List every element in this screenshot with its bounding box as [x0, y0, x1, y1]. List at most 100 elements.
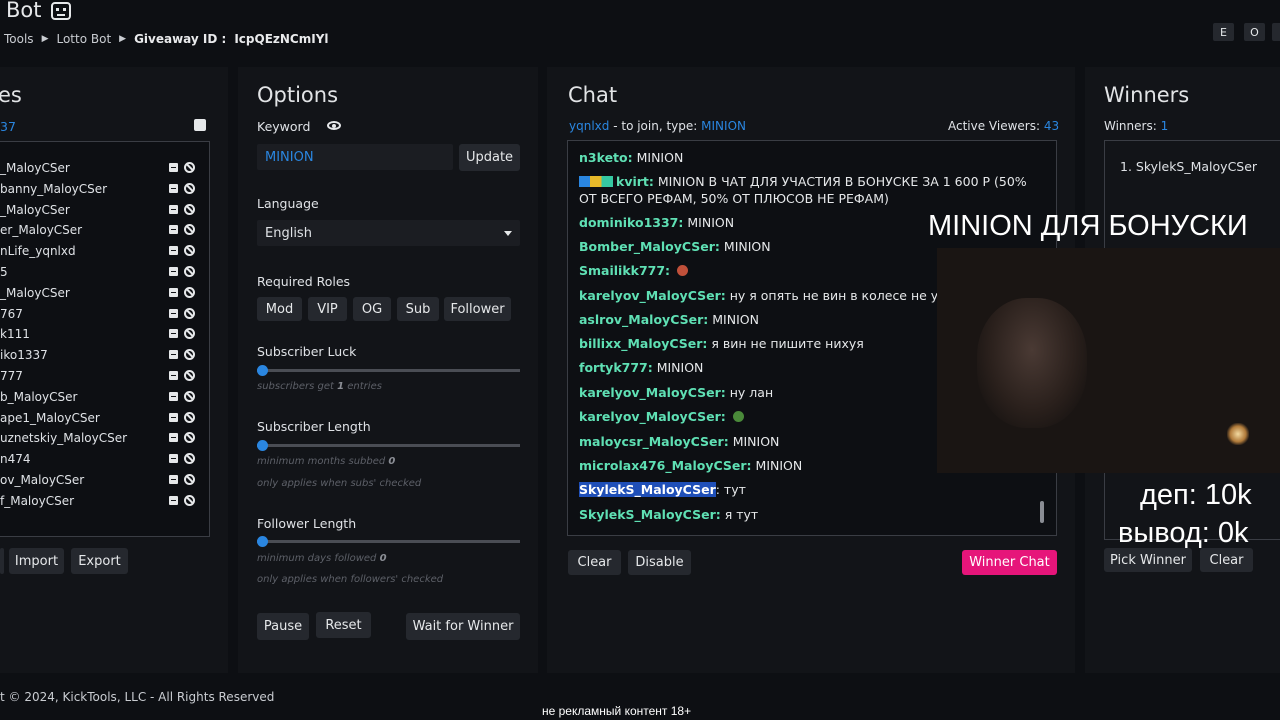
ban-icon[interactable]	[184, 411, 195, 423]
breadcrumb-giveaway-label: Giveaway ID :	[134, 32, 227, 46]
remove-entry-icon[interactable]	[169, 204, 178, 214]
slider-thumb[interactable]	[257, 365, 268, 376]
ban-icon[interactable]	[184, 432, 195, 444]
chat-username[interactable]: n3keto:	[579, 150, 633, 165]
chat-username[interactable]: SkylekS_MaloyCSer	[579, 482, 716, 497]
chat-username[interactable]: maloycsr_MaloyCSer:	[579, 434, 729, 449]
robot-icon	[51, 2, 71, 20]
chat-username[interactable]: fortyk777:	[579, 360, 653, 375]
subscriber-luck-hint: subscribers get 1 entries	[257, 381, 382, 392]
chat-username[interactable]: Smailikk777:	[579, 263, 670, 278]
role-follower-button[interactable]: Follower	[444, 297, 511, 321]
entries-extra-button[interactable]	[0, 548, 4, 574]
ban-icon[interactable]	[184, 453, 195, 465]
ban-icon[interactable]	[184, 203, 195, 215]
remove-entry-icon[interactable]	[169, 308, 178, 318]
breadcrumb-lotto-bot[interactable]: Lotto Bot	[56, 32, 111, 46]
update-button[interactable]: Update	[459, 144, 520, 171]
wait-for-winner-button[interactable]: Wait for Winner	[406, 613, 520, 640]
ban-icon[interactable]	[184, 370, 195, 381]
ban-icon[interactable]	[184, 349, 195, 361]
top-button-o[interactable]: O	[1244, 23, 1265, 41]
top-button-extra[interactable]	[1272, 23, 1280, 41]
language-select[interactable]: English	[257, 220, 520, 246]
remove-entry-icon[interactable]	[169, 329, 178, 339]
chat-username[interactable]: microlax476_MaloyCSer:	[579, 458, 752, 473]
entry-name: ape1_MaloyCSer	[0, 410, 100, 425]
ban-icon[interactable]	[184, 474, 195, 485]
import-button[interactable]: Import	[9, 548, 64, 574]
role-sub-button[interactable]: Sub	[397, 297, 439, 321]
entry-row: 767	[0, 304, 209, 324]
winner-chat-button[interactable]: Winner Chat	[962, 550, 1057, 575]
remove-entry-icon[interactable]	[169, 371, 178, 380]
active-viewers-count: 43	[1043, 119, 1060, 133]
ban-icon[interactable]	[184, 245, 195, 257]
slider-thumb[interactable]	[257, 536, 268, 547]
keyword-input[interactable]: MINION	[257, 144, 453, 170]
slider-thumb[interactable]	[257, 440, 268, 451]
ban-icon[interactable]	[184, 266, 195, 277]
candle-light	[1227, 423, 1249, 445]
chat-scrollbar[interactable]	[1040, 501, 1044, 523]
remove-entry-icon[interactable]	[169, 433, 178, 443]
ban-icon[interactable]	[184, 390, 195, 402]
chat-username[interactable]: aslrov_MaloyCSer:	[579, 312, 708, 327]
remove-entry-icon[interactable]	[169, 391, 178, 401]
ban-icon[interactable]	[184, 328, 195, 340]
entry-row: _MaloyCSer	[0, 283, 209, 303]
chat-username[interactable]: karelyov_MaloyCSer:	[579, 409, 726, 424]
chat-join-text: - to join, type:	[613, 119, 698, 133]
role-og-button[interactable]: OG	[353, 297, 391, 321]
reset-button[interactable]: Reset	[316, 612, 371, 638]
remove-entry-icon[interactable]	[169, 287, 178, 297]
chat-message: Bomber_MaloyCSer: MINION	[579, 239, 939, 254]
eye-icon[interactable]	[327, 121, 341, 130]
remove-entry-icon[interactable]	[169, 475, 178, 484]
ban-icon[interactable]	[184, 494, 195, 506]
ban-icon[interactable]	[184, 307, 195, 319]
stream-subtitle: не рекламный контент 18+	[542, 704, 692, 718]
chat-disable-button[interactable]: Disable	[628, 550, 691, 575]
subscriber-length-slider[interactable]	[257, 440, 520, 451]
chat-clear-button[interactable]: Clear	[568, 550, 621, 575]
chat-username[interactable]: Bomber_MaloyCSer:	[579, 239, 720, 254]
chat-username[interactable]: kvirt:	[616, 174, 654, 189]
entry-name: ov_MaloyCSer	[0, 473, 85, 487]
remove-entry-icon[interactable]	[169, 454, 178, 464]
remove-entry-icon[interactable]	[169, 350, 178, 360]
chat-text: MINION	[755, 458, 803, 473]
ban-icon[interactable]	[184, 182, 195, 194]
ban-icon[interactable]	[184, 286, 195, 298]
ban-icon[interactable]	[184, 224, 195, 236]
remove-entry-icon[interactable]	[169, 495, 178, 505]
remove-entry-icon[interactable]	[169, 183, 178, 193]
pause-button[interactable]: Pause	[257, 613, 309, 640]
chat-username[interactable]: karelyov_MaloyCSer:	[579, 288, 726, 303]
chat-text: я вин не пишите нихуя	[711, 336, 864, 351]
export-button[interactable]: Export	[71, 548, 128, 574]
pick-winner-button[interactable]: Pick Winner	[1104, 548, 1192, 572]
remove-entry-icon[interactable]	[169, 225, 178, 235]
winners-clear-button[interactable]: Clear	[1200, 548, 1253, 572]
role-mod-button[interactable]: Mod	[257, 297, 302, 321]
remove-entry-icon[interactable]	[169, 412, 178, 422]
chat-username[interactable]: SkylekS_MaloyCSer:	[579, 507, 721, 522]
chat-username[interactable]: billixx_MaloyCSer:	[579, 336, 707, 351]
role-vip-button[interactable]: VIP	[308, 297, 347, 321]
winners-count: 1	[1160, 119, 1169, 133]
breadcrumb-tools[interactable]: Tools	[4, 32, 34, 46]
copy-icon[interactable]	[194, 119, 206, 131]
chat-message: Smailikk777:	[579, 263, 939, 278]
winner-item[interactable]: 1. SkylekS_MaloyCSer	[1120, 159, 1257, 174]
chat-message: kvirt: MINION В ЧАТ ДЛЯ УЧАСТИЯ В БОНУСК…	[579, 173, 1039, 207]
ban-icon[interactable]	[184, 162, 195, 173]
remove-entry-icon[interactable]	[169, 163, 178, 172]
chat-username[interactable]: karelyov_MaloyCSer:	[579, 385, 726, 400]
chat-username[interactable]: dominiko1337:	[579, 215, 683, 230]
follower-length-slider[interactable]	[257, 536, 520, 547]
top-button-e[interactable]: E	[1213, 23, 1234, 41]
remove-entry-icon[interactable]	[169, 267, 178, 276]
remove-entry-icon[interactable]	[169, 246, 178, 256]
subscriber-luck-slider[interactable]	[257, 365, 520, 376]
